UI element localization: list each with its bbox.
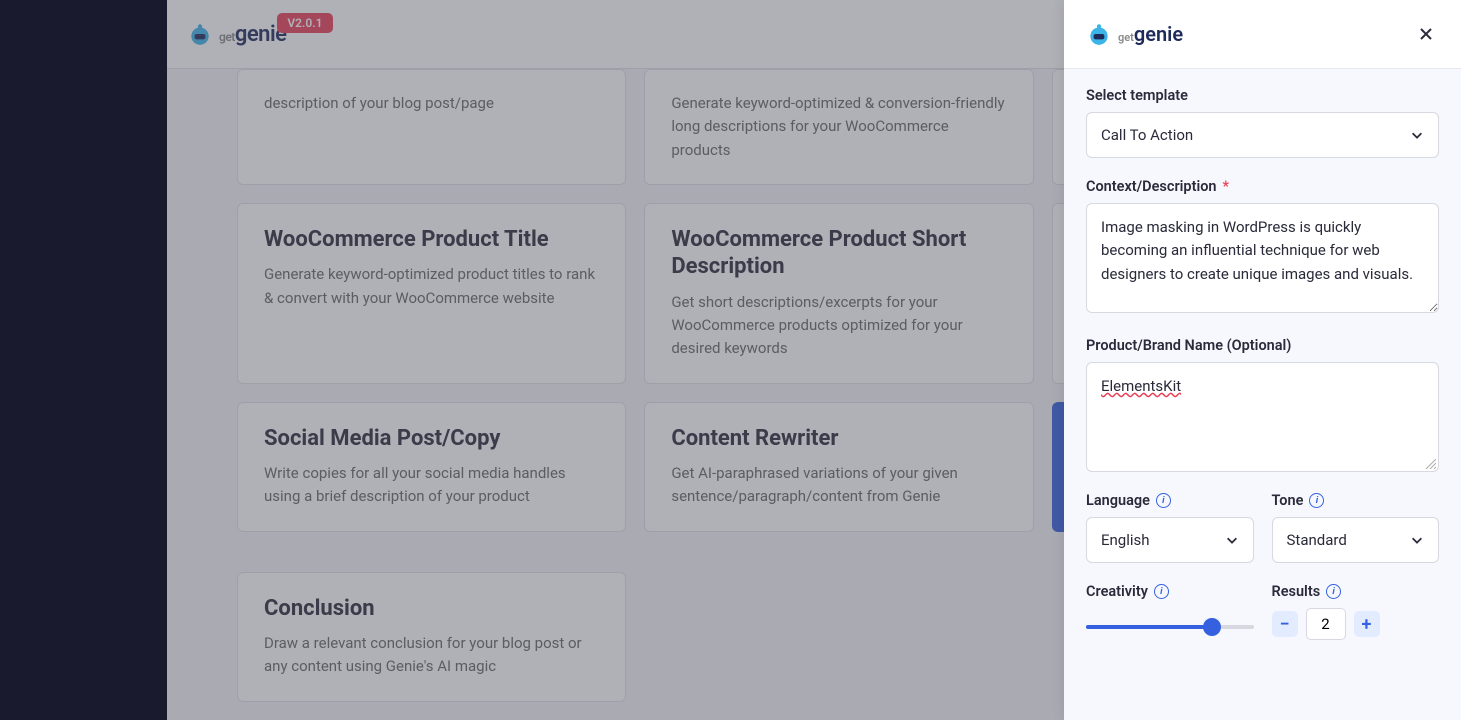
info-icon[interactable]: i (1154, 584, 1169, 599)
template-select[interactable]: Call To Action (1086, 112, 1439, 158)
chevron-down-icon (1410, 128, 1424, 142)
required-indicator: * (1223, 178, 1230, 195)
brand-value: ElementsKit (1101, 377, 1181, 395)
panel-logo-text: getgenie (1118, 22, 1183, 46)
slider-thumb[interactable] (1203, 618, 1221, 636)
results-label: Results i (1272, 583, 1440, 600)
resize-handle-icon (1426, 459, 1436, 469)
panel-body: Select template Call To Action Context/D… (1064, 69, 1461, 720)
close-button[interactable] (1413, 21, 1439, 47)
template-label: Select template (1086, 87, 1439, 104)
decrement-button[interactable]: − (1272, 611, 1298, 637)
panel-logo: getgenie (1086, 21, 1183, 47)
tone-label: Tone i (1272, 492, 1440, 509)
brand-textarea[interactable]: ElementsKit (1086, 362, 1439, 472)
chevron-down-icon (1225, 533, 1239, 547)
creativity-label: Creativity i (1086, 583, 1254, 600)
info-icon[interactable]: i (1156, 493, 1171, 508)
language-label: Language i (1086, 492, 1254, 509)
template-value: Call To Action (1101, 126, 1193, 144)
genie-icon (1086, 21, 1112, 47)
chevron-down-icon (1410, 533, 1424, 547)
increment-button[interactable]: + (1354, 611, 1380, 637)
context-textarea[interactable] (1086, 203, 1439, 313)
close-icon (1418, 26, 1434, 42)
language-value: English (1101, 531, 1150, 549)
genie-side-panel: getgenie Select template Call To Action … (1064, 0, 1461, 720)
brand-label: Product/Brand Name (Optional) (1086, 337, 1439, 354)
tone-select[interactable]: Standard (1272, 517, 1440, 563)
language-select[interactable]: English (1086, 517, 1254, 563)
panel-header: getgenie (1064, 0, 1461, 69)
info-icon[interactable]: i (1309, 493, 1324, 508)
creativity-slider[interactable] (1086, 608, 1254, 646)
info-icon[interactable]: i (1326, 584, 1341, 599)
admin-sidebar (0, 0, 167, 720)
context-label: Context/Description * (1086, 178, 1439, 195)
results-stepper: − + (1272, 608, 1440, 640)
tone-value: Standard (1287, 531, 1347, 549)
results-value[interactable] (1306, 608, 1346, 640)
